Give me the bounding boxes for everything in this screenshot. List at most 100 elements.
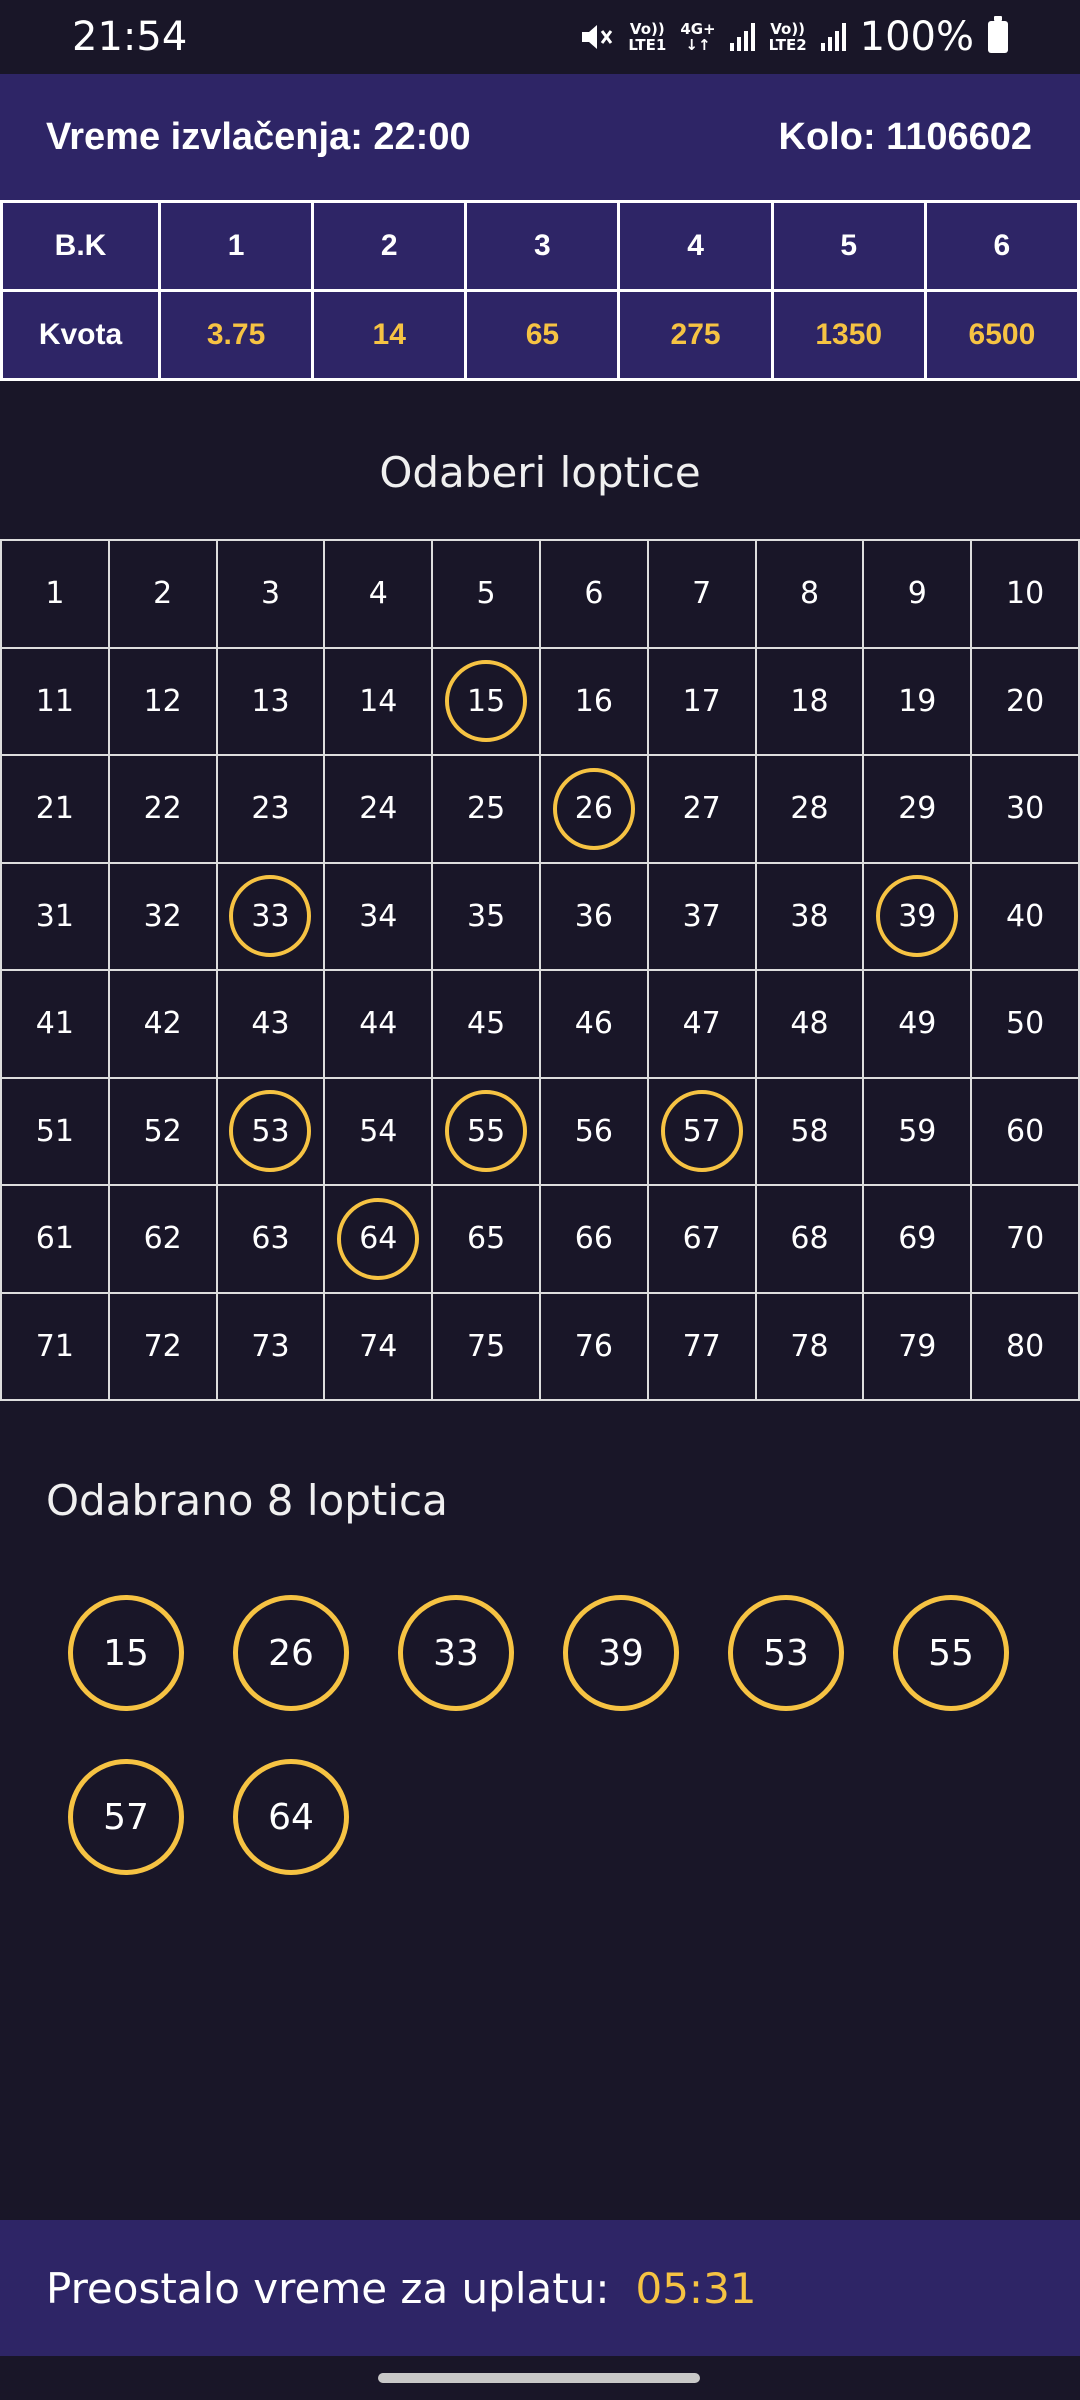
grid-cell[interactable]: 10	[972, 541, 1080, 649]
grid-cell[interactable]: 54	[325, 1078, 434, 1186]
grid-cell[interactable]: 42	[109, 971, 218, 1079]
grid-cell[interactable]: 68	[756, 1186, 865, 1294]
grid-cell[interactable]: 51	[2, 1078, 110, 1186]
grid-cell[interactable]: 76	[541, 1293, 649, 1401]
home-indicator[interactable]	[378, 2373, 700, 2383]
grid-cell[interactable]: 19	[864, 648, 973, 756]
grid-cell[interactable]: 47	[648, 971, 757, 1079]
grid-cell[interactable]: 71	[2, 1293, 110, 1401]
grid-cell[interactable]: 69	[864, 1186, 973, 1294]
grid-cell[interactable]: 28	[756, 756, 865, 864]
grid-cell[interactable]: 9	[864, 541, 973, 649]
grid-cell[interactable]: 44	[325, 971, 434, 1079]
grid-cell[interactable]: 8	[756, 541, 865, 649]
number-label: 25	[467, 791, 506, 827]
grid-cell[interactable]: 73	[217, 1293, 326, 1401]
grid-cell[interactable]: 31	[2, 863, 110, 971]
ball-grid: 1 2 3 4 5 6 7 8 9 10 11 12 13 14 15 16 17 18 19 20 21 22 23 24 2…	[0, 539, 1080, 1401]
grid-cell[interactable]: 57	[648, 1078, 757, 1186]
grid-cell[interactable]: 12	[109, 648, 218, 756]
grid-cell[interactable]: 63	[217, 1186, 326, 1294]
grid-cell[interactable]: 21	[2, 756, 110, 864]
grid-cell[interactable]: 58	[756, 1078, 865, 1186]
grid-cell[interactable]: 50	[972, 971, 1080, 1079]
grid-cell[interactable]: 52	[109, 1078, 218, 1186]
selected-number: 64	[337, 1197, 420, 1280]
grid-cell[interactable]: 27	[648, 756, 757, 864]
grid-cell[interactable]: 78	[756, 1293, 865, 1401]
grid-cell[interactable]: 29	[864, 756, 973, 864]
grid-cell[interactable]: 39	[864, 863, 973, 971]
grid-cell[interactable]: 66	[541, 1186, 649, 1294]
grid-cell[interactable]: 72	[109, 1293, 218, 1401]
number-label: 2	[153, 576, 173, 612]
grid-cell[interactable]: 80	[972, 1293, 1080, 1401]
grid-cell[interactable]: 36	[541, 863, 649, 971]
grid-cell[interactable]: 24	[325, 756, 434, 864]
grid-cell[interactable]: 33	[217, 863, 326, 971]
grid-cell[interactable]: 4	[325, 541, 434, 649]
grid-cell[interactable]: 55	[433, 1078, 541, 1186]
grid-cell[interactable]: 41	[2, 971, 110, 1079]
chosen-ball[interactable]: 55	[893, 1595, 1009, 1711]
grid-cell[interactable]: 11	[2, 648, 110, 756]
grid-cell[interactable]: 53	[217, 1078, 326, 1186]
grid-cell[interactable]: 2	[109, 541, 218, 649]
number-label: 6	[584, 576, 604, 612]
grid-cell[interactable]: 13	[217, 648, 326, 756]
grid-cell[interactable]: 30	[972, 756, 1080, 864]
battery-icon	[988, 16, 1008, 53]
grid-cell[interactable]: 49	[864, 971, 973, 1079]
grid-cell[interactable]: 65	[433, 1186, 541, 1294]
grid-cell[interactable]: 25	[433, 756, 541, 864]
grid-cell[interactable]: 20	[972, 648, 1080, 756]
grid-cell[interactable]: 74	[325, 1293, 434, 1401]
number-label: 32	[143, 898, 182, 934]
grid-cell[interactable]: 70	[972, 1186, 1080, 1294]
grid-cell[interactable]: 79	[864, 1293, 973, 1401]
grid-cell[interactable]: 46	[541, 971, 649, 1079]
grid-cell[interactable]: 43	[217, 971, 326, 1079]
grid-cell[interactable]: 62	[109, 1186, 218, 1294]
grid-cell[interactable]: 17	[648, 648, 757, 756]
chosen-ball[interactable]: 53	[728, 1595, 844, 1711]
grid-cell[interactable]: 34	[325, 863, 434, 971]
number-label: 72	[143, 1328, 182, 1364]
grid-cell[interactable]: 3	[217, 541, 326, 649]
grid-cell[interactable]: 15	[433, 648, 541, 756]
grid-cell[interactable]: 5	[433, 541, 541, 649]
grid-cell[interactable]: 26	[541, 756, 649, 864]
grid-cell[interactable]: 22	[109, 756, 218, 864]
grid-cell[interactable]: 38	[756, 863, 865, 971]
grid-cell[interactable]: 18	[756, 648, 865, 756]
number-label: 37	[682, 898, 721, 934]
grid-cell[interactable]: 35	[433, 863, 541, 971]
number-label: 69	[898, 1221, 937, 1257]
grid-cell[interactable]: 60	[972, 1078, 1080, 1186]
grid-cell[interactable]: 64	[325, 1186, 434, 1294]
grid-cell[interactable]: 16	[541, 648, 649, 756]
grid-cell[interactable]: 61	[2, 1186, 110, 1294]
grid-cell[interactable]: 32	[109, 863, 218, 971]
chosen-ball[interactable]: 64	[233, 1759, 349, 1875]
grid-cell[interactable]: 59	[864, 1078, 973, 1186]
grid-cell[interactable]: 48	[756, 971, 865, 1079]
grid-cell[interactable]: 77	[648, 1293, 757, 1401]
chosen-ball[interactable]: 33	[398, 1595, 514, 1711]
chosen-ball[interactable]: 15	[68, 1595, 184, 1711]
number-label: 66	[574, 1221, 613, 1257]
grid-cell[interactable]: 67	[648, 1186, 757, 1294]
grid-cell[interactable]: 6	[541, 541, 649, 649]
chosen-ball[interactable]: 57	[68, 1759, 184, 1875]
grid-cell[interactable]: 56	[541, 1078, 649, 1186]
grid-cell[interactable]: 14	[325, 648, 434, 756]
grid-cell[interactable]: 40	[972, 863, 1080, 971]
grid-cell[interactable]: 23	[217, 756, 326, 864]
grid-cell[interactable]: 7	[648, 541, 757, 649]
grid-cell[interactable]: 75	[433, 1293, 541, 1401]
grid-cell[interactable]: 45	[433, 971, 541, 1079]
chosen-ball[interactable]: 39	[563, 1595, 679, 1711]
chosen-ball[interactable]: 26	[233, 1595, 349, 1711]
grid-cell[interactable]: 37	[648, 863, 757, 971]
grid-cell[interactable]: 1	[2, 541, 110, 649]
